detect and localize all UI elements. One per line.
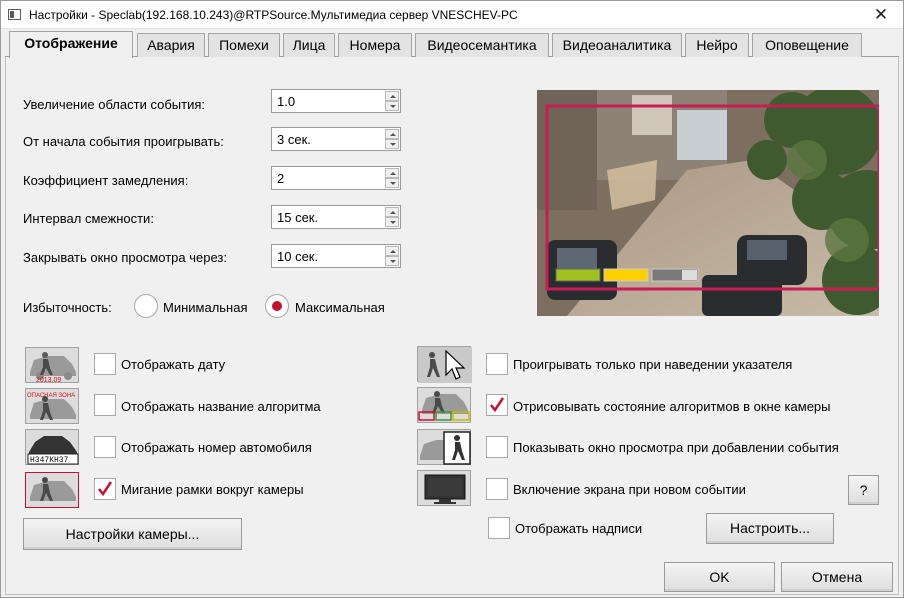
license-plate-text: Н347КН37: [30, 456, 69, 465]
show-plate-label: Отображать номер автомобиля: [121, 440, 312, 455]
title-bar: Настройки - Speclab(192.168.10.243)@RTPS…: [1, 1, 903, 29]
spin-down-icon[interactable]: [385, 139, 399, 149]
redundancy-min-radio[interactable]: [134, 294, 158, 318]
tab-display[interactable]: Отображение: [9, 31, 133, 58]
tab-plates[interactable]: Номера: [338, 33, 412, 57]
redundancy-max-label: Максимальная: [295, 300, 385, 315]
show-preview-on-event-checkbox[interactable]: [486, 436, 508, 458]
spin-up-icon[interactable]: [385, 246, 399, 256]
play-from-start-value: 3 сек.: [277, 132, 311, 147]
tab-notification[interactable]: Оповещение: [752, 33, 862, 57]
close-preview-value: 10 сек.: [277, 249, 319, 264]
play-on-hover-checkbox[interactable]: [486, 353, 508, 375]
spin-up-icon[interactable]: [385, 207, 399, 217]
algorithm-name-icon[interactable]: ОПАСНАЯ ЗОНА: [25, 388, 79, 424]
settings-window: Настройки - Speclab(192.168.10.243)@RTPS…: [0, 0, 904, 598]
tab-neuro[interactable]: Нейро: [685, 33, 749, 57]
date-overlay-text: 2013.09: [36, 377, 61, 384]
tab-video-semantics[interactable]: Видеосемантика: [415, 33, 549, 57]
show-date-label: Отображать дату: [121, 357, 226, 372]
blink-frame-label: Мигание рамки вокруг камеры: [121, 482, 304, 497]
camera-settings-button[interactable]: Настройки камеры...: [23, 518, 242, 550]
configure-button[interactable]: Настроить...: [706, 513, 834, 544]
show-plate-checkbox[interactable]: [94, 436, 116, 458]
app-icon: [8, 9, 21, 20]
show-preview-on-event-label: Показывать окно просмотра при добавлении…: [513, 440, 839, 455]
close-preview-stepper[interactable]: 10 сек.: [271, 244, 401, 268]
play-on-hover-label: Проигрывать только при наведении указате…: [513, 357, 793, 372]
adjacency-label: Интервал смежности:: [23, 211, 154, 226]
monitor-icon[interactable]: [417, 470, 471, 506]
close-icon[interactable]: ✕: [859, 1, 903, 28]
redundancy-max-radio[interactable]: [265, 294, 289, 318]
spin-up-icon[interactable]: [385, 91, 399, 101]
show-algorithm-name-label: Отображать название алгоритма: [121, 399, 321, 414]
window-title: Настройки - Speclab(192.168.10.243)@RTPS…: [29, 8, 518, 22]
draw-algorithm-state-checkbox[interactable]: [486, 394, 508, 416]
screen-on-event-checkbox[interactable]: [486, 478, 508, 500]
algorithm-state-icon[interactable]: [417, 387, 471, 423]
hover-pointer-icon[interactable]: [417, 346, 472, 383]
zoom-label: Увеличение области события:: [23, 97, 205, 112]
spin-down-icon[interactable]: [385, 101, 399, 111]
license-plate-icon[interactable]: Н347КН37: [25, 429, 79, 465]
zoom-stepper[interactable]: 1.0: [271, 89, 401, 113]
help-button[interactable]: ?: [848, 475, 879, 505]
zoom-value: 1.0: [277, 94, 296, 109]
draw-algorithm-state-label: Отрисовывать состояние алгоритмов в окне…: [513, 399, 831, 414]
blink-frame-checkbox[interactable]: [94, 478, 116, 500]
tab-interference[interactable]: Помехи: [208, 33, 280, 57]
blink-frame-icon[interactable]: [25, 472, 79, 508]
spin-down-icon[interactable]: [385, 217, 399, 227]
screen-on-event-label: Включение экрана при новом событии: [513, 482, 746, 497]
checkmark-icon: [490, 397, 505, 413]
spin-down-icon[interactable]: [385, 178, 399, 188]
slowdown-label: Коэффициент замедления:: [23, 173, 189, 188]
show-algorithm-name-checkbox[interactable]: [94, 394, 116, 416]
show-captions-checkbox[interactable]: [488, 517, 510, 539]
date-overlay-icon[interactable]: 2013.09: [25, 347, 79, 384]
redundancy-label: Избыточность:: [23, 300, 112, 315]
tab-strip: Отображение Авария Помехи Лица Номера Ви…: [5, 31, 899, 58]
cancel-button[interactable]: Отмена: [781, 562, 893, 592]
show-captions-label: Отображать надписи: [515, 521, 643, 536]
adjacency-stepper[interactable]: 15 сек.: [271, 205, 401, 229]
adjacency-value: 15 сек.: [277, 210, 319, 225]
slowdown-value: 2: [277, 171, 285, 186]
algorithm-name-text: ОПАСНАЯ ЗОНА: [27, 393, 75, 399]
spin-up-icon[interactable]: [385, 129, 399, 139]
play-from-start-label: От начала события проигрывать:: [23, 134, 224, 149]
camera-preview: [537, 90, 879, 316]
tab-faces[interactable]: Лица: [283, 33, 335, 57]
close-preview-label: Закрывать окно просмотра через:: [23, 250, 227, 265]
ok-button[interactable]: OK: [664, 562, 775, 592]
checkmark-icon: [98, 481, 113, 497]
camera-preview-image: [537, 90, 879, 316]
spin-down-icon[interactable]: [385, 256, 399, 266]
show-date-checkbox[interactable]: [94, 353, 116, 375]
play-from-start-stepper[interactable]: 3 сек.: [271, 127, 401, 151]
redundancy-min-label: Минимальная: [163, 300, 248, 315]
spin-up-icon[interactable]: [385, 168, 399, 178]
preview-window-icon[interactable]: [417, 429, 471, 465]
tab-alarm[interactable]: Авария: [137, 33, 205, 57]
tab-video-analytics[interactable]: Видеоаналитика: [552, 33, 682, 57]
slowdown-stepper[interactable]: 2: [271, 166, 401, 190]
